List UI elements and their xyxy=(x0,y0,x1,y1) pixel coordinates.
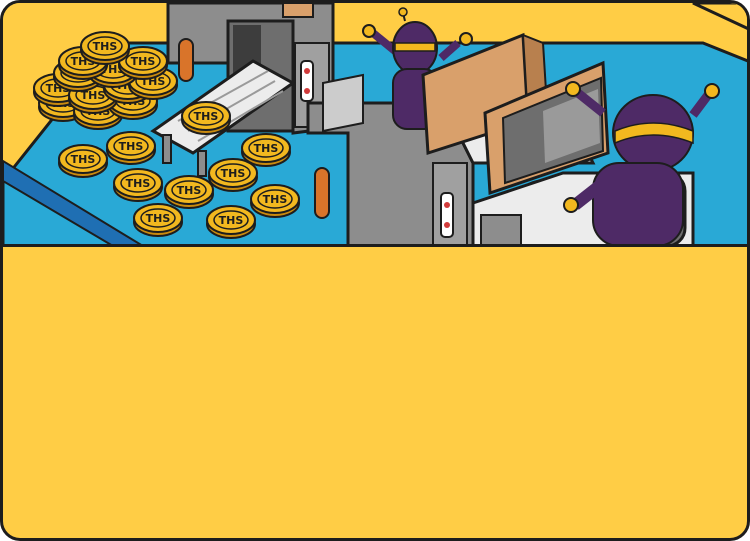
coin-label: THS xyxy=(93,40,118,53)
coin-label: THS xyxy=(177,184,202,197)
coin-label: THS xyxy=(219,214,244,227)
illustration-card: THS THS THS THS THS THS THS THS THS THS … xyxy=(0,0,750,541)
coin-label: THS xyxy=(221,167,246,180)
coin-label: THS xyxy=(146,212,171,225)
coin-label: THS xyxy=(119,140,144,153)
coin-label: THS xyxy=(263,193,288,206)
coin-factory-illustration: THS THS THS THS THS THS THS THS THS THS … xyxy=(3,3,747,246)
coin-label: THS xyxy=(254,142,279,155)
content-panel xyxy=(3,244,747,538)
coin-label: THS xyxy=(194,110,219,123)
coin-label: THS xyxy=(71,153,96,166)
coin-label: THS xyxy=(131,55,156,68)
coin-label: THS xyxy=(126,177,151,190)
